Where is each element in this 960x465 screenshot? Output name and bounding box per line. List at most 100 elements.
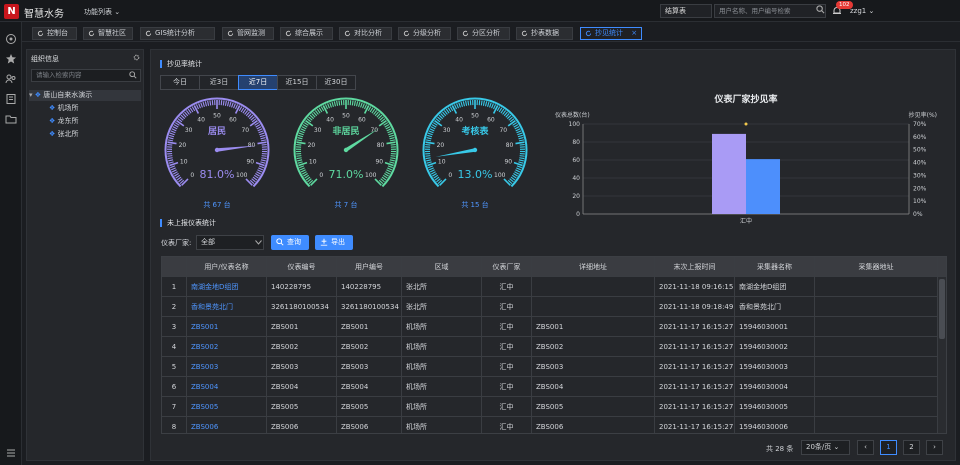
meter-name-link[interactable]: 南湖金地D组团 [187, 277, 267, 297]
tree-node-zhangbei[interactable]: ❖ 张北所 [49, 129, 79, 140]
org-icon: ❖ [34, 91, 44, 99]
query-button[interactable]: 查询 [271, 235, 309, 250]
range-3d[interactable]: 近3日 [199, 75, 239, 90]
meter-name-link[interactable]: ZBS001 [187, 317, 267, 337]
user-search-input[interactable]: 用户名称、用户编号检索 [714, 4, 826, 18]
gauge-tick [387, 165, 393, 169]
scrollbar-thumb[interactable] [939, 279, 945, 339]
tab-smart-community[interactable]: 智慧社区 [83, 27, 133, 40]
menu-icon[interactable] [5, 447, 17, 459]
table-row[interactable]: 8 ZBS006 ZBS006 ZBS006 机场所 汇中 ZBS006 2021-11-17… [162, 417, 946, 433]
tree-node-longdong[interactable]: ❖ 龙东所 [49, 116, 79, 127]
prev-page-button[interactable]: ‹ [857, 440, 874, 455]
range-selector: 今日 近3日 近7日 近15日 近30日 [160, 75, 356, 90]
tab-bar: 控制台 智慧社区 GIS统计分析 管网监测 综合展示 对比分析 分级分析 分区分… [22, 22, 960, 42]
gauge-tick [260, 159, 266, 162]
tab-read-stats[interactable]: 抄见统计 × [580, 27, 642, 40]
gauge-tick [518, 161, 524, 164]
tab-compare[interactable]: 对比分析 [339, 27, 392, 40]
tree-search-input[interactable]: 请输入检索内容 [31, 69, 141, 82]
tab-pipe-monitor[interactable]: 管网监测 [222, 27, 274, 40]
gauge-tick-label: 80 [248, 142, 256, 149]
users-icon[interactable] [5, 73, 17, 85]
meter-name-link[interactable]: ZBS006 [187, 417, 267, 433]
gauge-tick [388, 132, 394, 136]
tab-meter-data[interactable]: 抄表数据 [516, 27, 573, 40]
section-title-unreported: 未上报仪表统计 [160, 219, 216, 227]
search-icon[interactable] [129, 71, 137, 79]
page-size-select[interactable]: 20条/页 ⌄ [801, 440, 850, 455]
table-cell: 15946030002 [735, 337, 815, 357]
range-today[interactable]: 今日 [160, 75, 200, 90]
gauge-tick [378, 119, 387, 127]
tree-root-node[interactable]: ▾ ❖ 唐山自来水演示 [29, 90, 141, 101]
star-icon[interactable] [5, 53, 17, 65]
page-2-button[interactable]: 2 [903, 440, 920, 455]
table-cell: ZBS004 [337, 377, 402, 397]
page-1-button[interactable]: 1 [880, 440, 897, 455]
gear-icon[interactable] [133, 54, 140, 61]
tree-node-jichang[interactable]: ❖ 机场所 [49, 103, 79, 114]
gauge-tick [458, 102, 461, 108]
gauge-svg: 0102030405060708090100非居民71.0%共 7 台 [293, 97, 399, 209]
manufacturer-select[interactable]: 全部 [196, 235, 264, 250]
function-list-menu[interactable]: 功能列表 ⌄ [84, 7, 120, 17]
table-row[interactable]: 6 ZBS004 ZBS004 ZBS004 机场所 汇中 ZBS004 2021-11-17… [162, 377, 946, 397]
table-row[interactable]: 3 ZBS001 ZBS001 ZBS001 机场所 汇中 ZBS001 2021-11-17… [162, 317, 946, 337]
table-row[interactable]: 7 ZBS005 ZBS005 ZBS005 机场所 汇中 ZBS005 2021-11-17… [162, 397, 946, 417]
table-cell [815, 297, 938, 317]
range-30d[interactable]: 近30日 [316, 75, 356, 90]
gauge-tick [389, 139, 396, 142]
export-button[interactable]: 导出 [315, 235, 353, 250]
gauge-tick [518, 139, 525, 142]
report-icon[interactable] [5, 93, 17, 105]
gauge-tick [519, 143, 525, 146]
tab-close-icon[interactable]: × [631, 29, 637, 37]
table-row[interactable]: 5 ZBS003 ZBS003 ZBS003 机场所 汇中 ZBS003 2021-11-17… [162, 357, 946, 377]
range-7d[interactable]: 近7日 [238, 75, 278, 90]
table-cell: 4 [162, 337, 187, 357]
meter-name-link[interactable]: ZBS005 [187, 397, 267, 417]
range-15d[interactable]: 近15日 [277, 75, 317, 90]
user-menu[interactable]: zzg1 ⌄ [850, 7, 874, 15]
search-icon[interactable] [816, 5, 825, 14]
table-row[interactable]: 1 南湖金地D组团 140228795 140228795 张北所 汇中 2021-11-1… [162, 277, 946, 297]
gauge-hub [214, 147, 220, 153]
tab-gis-analysis[interactable]: GIS统计分析 [140, 27, 215, 40]
gauge-tick [296, 139, 303, 142]
tab-console[interactable]: 控制台 [32, 27, 77, 40]
gauge-tick [500, 108, 505, 114]
gauge-tick [518, 159, 524, 162]
refresh-icon [585, 30, 592, 37]
gauge-tick-label: 10 [309, 158, 317, 165]
gauge-tick [389, 137, 395, 140]
tab-overview[interactable]: 综合展示 [280, 27, 333, 40]
gauge-tick [388, 134, 394, 138]
column-header: 仪表编号 [267, 257, 337, 277]
gauge-tick [353, 100, 356, 106]
unreported-meter-table: 用户/仪表名称 仪表编号 用户编号 区域 仪表厂家 详细地址 末次上报时间 采集… [161, 256, 947, 434]
gauge-tick [445, 108, 450, 114]
gauge-tick [386, 128, 392, 132]
table-scrollbar[interactable] [938, 277, 946, 433]
gauge-tick [387, 167, 393, 171]
gauge-tick [355, 101, 359, 107]
gauge-tick [258, 130, 264, 134]
table-row[interactable]: 4 ZBS002 ZBS002 ZBS002 机场所 汇中 ZBS002 2021-11-17… [162, 337, 946, 357]
meter-name-link[interactable]: ZBS003 [187, 357, 267, 377]
report-dropdown[interactable]: 结算表 [660, 4, 712, 18]
folder-icon[interactable] [5, 113, 17, 125]
table-row[interactable]: 2 香和景苑北门 3261180100534 3261180100534 张北所 汇中 20… [162, 297, 946, 317]
meter-name-link[interactable]: ZBS004 [187, 377, 267, 397]
meter-name-link[interactable]: ZBS002 [187, 337, 267, 357]
gauge-tick-label: 100 [236, 172, 248, 179]
gauge-tick [169, 132, 175, 136]
meter-name-link[interactable]: 香和景苑北门 [187, 297, 267, 317]
next-page-button[interactable]: › [926, 440, 943, 455]
gauge-tick [428, 130, 434, 134]
export-icon [320, 238, 328, 246]
tab-level-analysis[interactable]: 分级分析 [398, 27, 451, 40]
dashboard-icon[interactable] [5, 33, 17, 45]
gauge-tick [172, 171, 178, 175]
tab-zone-analysis[interactable]: 分区分析 [457, 27, 510, 40]
